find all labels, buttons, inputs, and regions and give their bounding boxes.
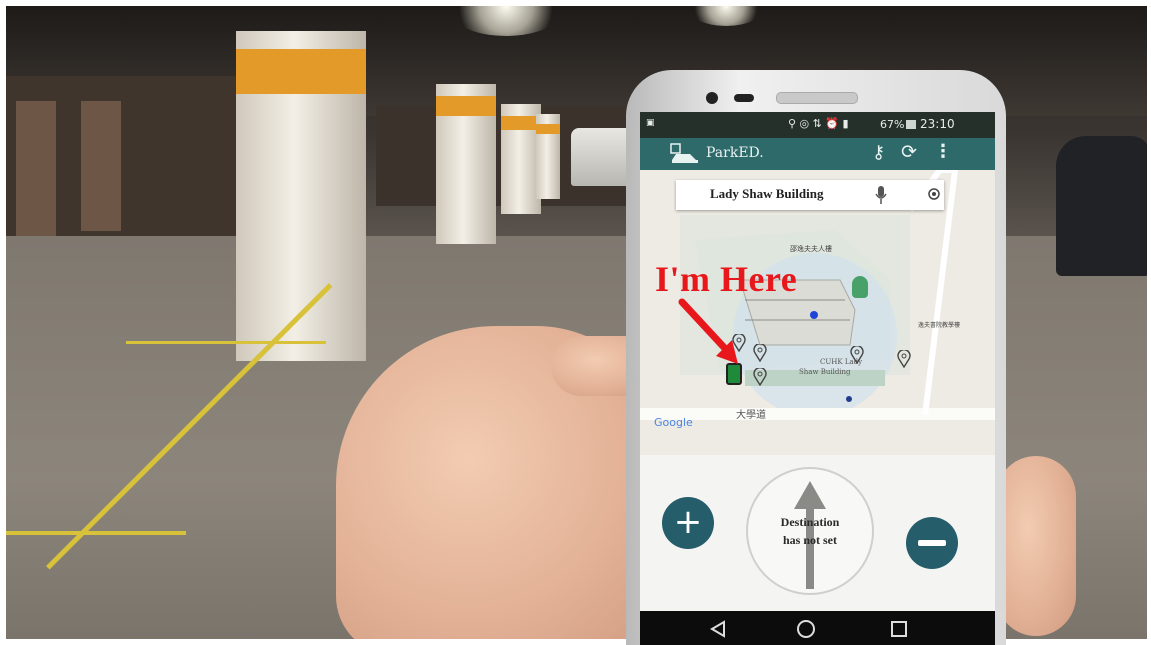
refresh-icon[interactable]: ⟳ (901, 141, 917, 163)
pillar (536, 114, 560, 199)
map-label-top: 邵逸夫夫人樓 (790, 245, 832, 253)
parking-marker[interactable] (852, 276, 868, 298)
floor-line (126, 341, 326, 344)
notification-icon: ▣ (646, 118, 655, 128)
parking-pin[interactable] (753, 344, 767, 362)
android-nav-bar (640, 611, 995, 645)
phone-screen: ▣ ⚲ ◎ ⇅ ⏰ ▮ 67% 23:10 ParkED. ⚷ ⟳ ⋮ Lady… (640, 112, 995, 645)
garage-door (16, 101, 56, 251)
battery-icon (906, 120, 916, 129)
status-time: 23:10 (920, 117, 955, 131)
app-title: ParkED. (706, 145, 764, 161)
annotation-text: I'm Here (655, 259, 798, 299)
building-label-line2: Shaw Building (799, 368, 851, 376)
pillar (436, 84, 496, 244)
parked-van (571, 128, 633, 186)
compass-line2: has not set (782, 533, 837, 547)
road-label: 大學道 (736, 410, 766, 421)
my-location-icon[interactable] (926, 186, 942, 202)
back-icon[interactable] (710, 620, 726, 638)
zoom-in-icon[interactable]: + (662, 497, 714, 549)
zoom-out-icon[interactable] (906, 517, 958, 569)
floor-line (6, 531, 186, 535)
recents-icon[interactable] (890, 620, 908, 638)
parking-car-icon (670, 143, 698, 163)
garage-door (81, 101, 121, 231)
status-bar: ▣ ⚲ ◎ ⇅ ⏰ ▮ 67% 23:10 (640, 112, 995, 138)
navigation-panel: + Destination has not set (640, 455, 995, 611)
compass-line1: Destination (780, 515, 840, 529)
key-icon[interactable]: ⚷ (872, 142, 885, 163)
home-icon[interactable] (796, 619, 816, 639)
app-bar: ParkED. ⚷ ⟳ ⋮ (640, 138, 995, 170)
more-vert-icon[interactable]: ⋮ (934, 141, 952, 162)
mic-icon[interactable] (874, 185, 888, 205)
pillar (501, 104, 541, 214)
parking-pin[interactable] (897, 350, 911, 368)
fingers (996, 456, 1076, 636)
compass-dial: Destination has not set (746, 467, 874, 595)
status-icons: ⚲ ◎ ⇅ ⏰ ▮ (788, 117, 849, 130)
map-label-right: 逸夫書院教學樓 (918, 322, 961, 329)
annotation-arrow-icon (678, 298, 738, 364)
search-bar[interactable]: Lady Shaw Building (676, 180, 944, 210)
parked-car (1056, 136, 1147, 276)
parking-pin[interactable] (850, 346, 864, 364)
direction-arrow-icon (794, 481, 826, 589)
map-dot (846, 396, 852, 402)
google-logo: Google (654, 416, 693, 429)
battery-percent: 67% (880, 118, 905, 131)
parking-pin[interactable] (753, 368, 767, 386)
search-input[interactable]: Lady Shaw Building (710, 186, 823, 202)
